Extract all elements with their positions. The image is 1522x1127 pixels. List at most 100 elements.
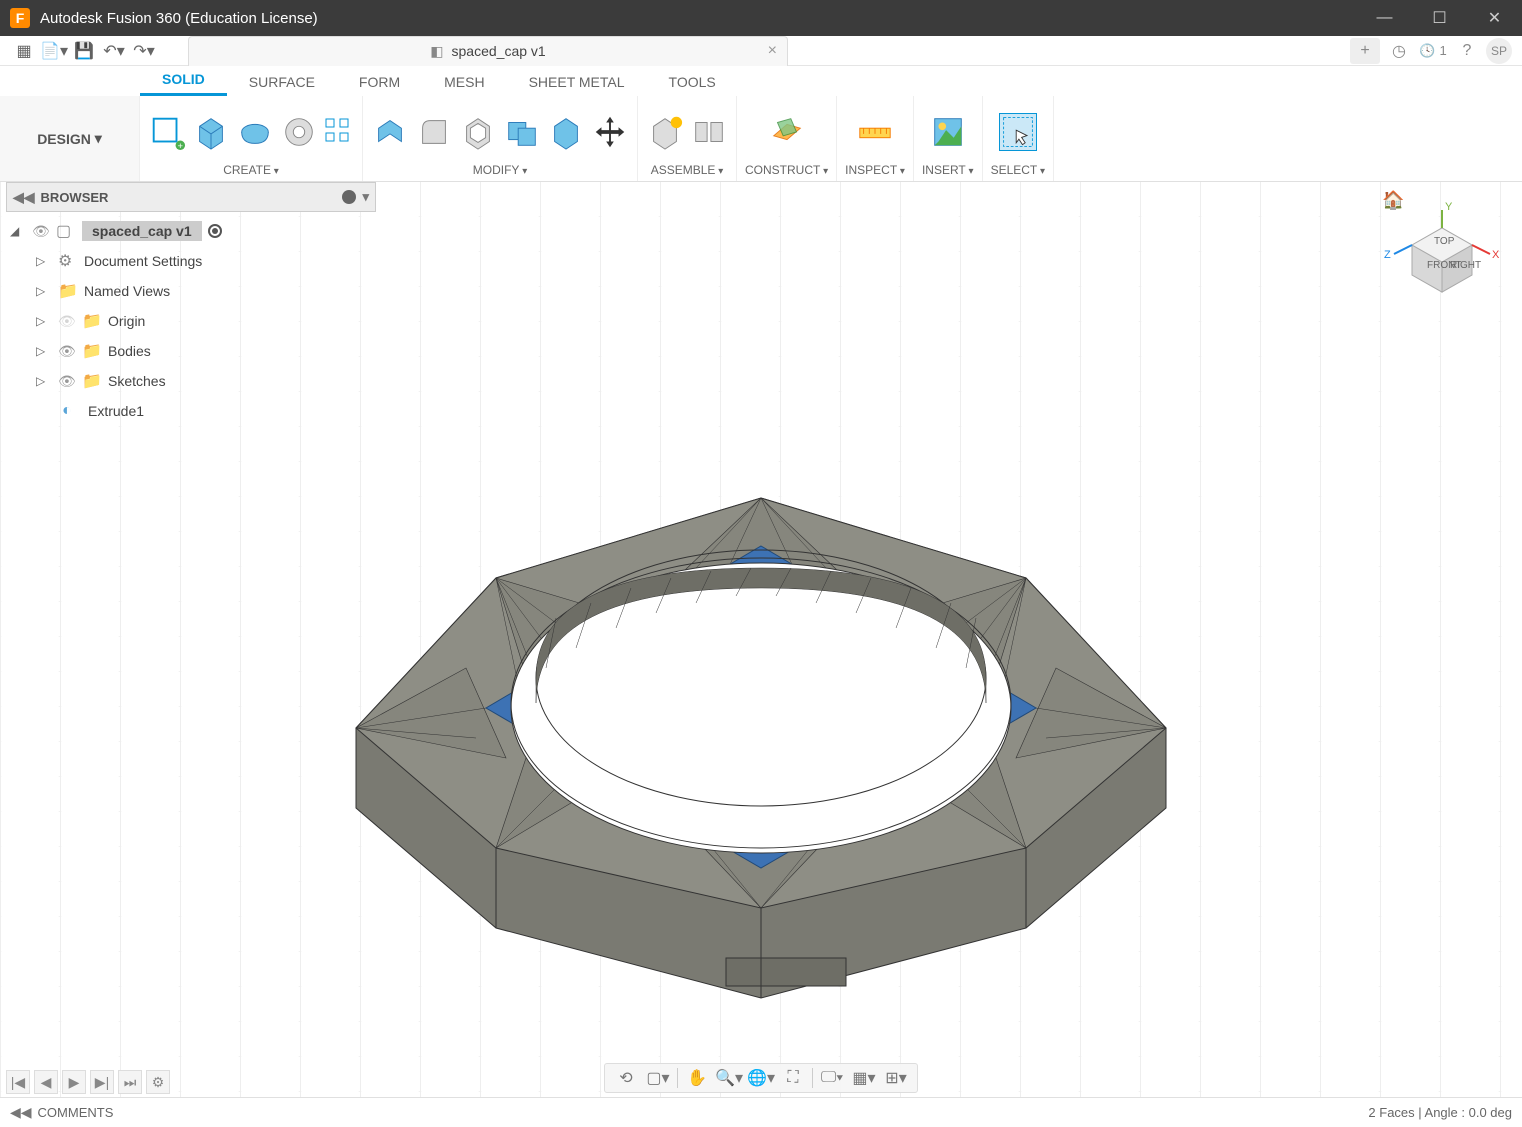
collapse-icon[interactable]: ◀◀: [13, 189, 35, 206]
status-text: 2 Faces | Angle : 0.0 deg: [1368, 1105, 1512, 1120]
tree-item-origin[interactable]: ▷ 👁 📁 Origin: [6, 306, 376, 336]
tree-item-bodies[interactable]: ▷ 👁 📁 Bodies: [6, 336, 376, 366]
ribbon-group-label[interactable]: INSERT: [922, 163, 974, 179]
look-at-icon[interactable]: ▢▾: [643, 1065, 673, 1091]
timeline-forward-icon[interactable]: ▶|: [90, 1070, 114, 1094]
job-status-button[interactable]: 🕓 1: [1418, 38, 1448, 64]
close-button[interactable]: ✕: [1467, 0, 1522, 36]
expand-arrow-icon[interactable]: ▷: [36, 314, 52, 328]
tab-form[interactable]: FORM: [337, 68, 422, 96]
tree-item-extrude[interactable]: ◐ Extrude1: [6, 396, 376, 426]
timeline-start-icon[interactable]: |◀: [6, 1070, 30, 1094]
status-bar: ◀◀ COMMENTS 2 Faces | Angle : 0.0 deg: [0, 1097, 1522, 1127]
tree-item-sketches[interactable]: ▷ 👁 📁 Sketches: [6, 366, 376, 396]
timeline-end-icon[interactable]: ⏭: [118, 1070, 142, 1094]
tab-sheet-metal[interactable]: SHEET METAL: [507, 68, 647, 96]
expand-arrow-icon[interactable]: ▷: [36, 284, 52, 298]
fillet-icon[interactable]: [415, 113, 453, 151]
workspace-picker[interactable]: DESIGN ▾: [0, 96, 140, 181]
extensions-button[interactable]: ◷: [1384, 38, 1414, 64]
tab-tools[interactable]: TOOLS: [647, 68, 738, 96]
joint-icon[interactable]: [690, 113, 728, 151]
move-icon[interactable]: [591, 113, 629, 151]
document-tab[interactable]: ◧ spaced_cap v1 ×: [188, 36, 788, 66]
ribbon-group-label[interactable]: CREATE: [223, 163, 279, 179]
pan-icon[interactable]: ✋: [682, 1065, 712, 1091]
ribbon-group-inspect: INSPECT: [837, 96, 914, 181]
tab-mesh[interactable]: MESH: [422, 68, 506, 96]
save-button[interactable]: 💾: [70, 39, 98, 63]
file-menu-button[interactable]: 📄▾: [40, 39, 68, 63]
new-tab-button[interactable]: +: [1350, 38, 1380, 64]
offset-face-icon[interactable]: [547, 113, 585, 151]
comments-collapse-icon[interactable]: ◀◀: [10, 1104, 32, 1121]
ribbon-group-label[interactable]: ASSEMBLE: [651, 163, 724, 179]
minimize-button[interactable]: —: [1357, 0, 1412, 36]
expand-arrow-icon[interactable]: ▷: [36, 344, 52, 358]
view-cube[interactable]: 🏠 FRONT RIGHT TOP Y X Z: [1382, 190, 1502, 310]
orbit-icon[interactable]: ⟲: [611, 1065, 641, 1091]
expand-arrow-icon[interactable]: ▷: [36, 254, 52, 268]
title-bar: F Autodesk Fusion 360 (Education License…: [0, 0, 1522, 36]
settings-dot-icon[interactable]: [342, 190, 356, 204]
press-pull-icon[interactable]: [371, 113, 409, 151]
activate-radio-icon[interactable]: [208, 224, 222, 238]
extrude-feature-icon: ◐: [62, 402, 82, 420]
display-settings-icon[interactable]: 🖵▾: [817, 1065, 847, 1091]
orbit2-icon[interactable]: 🌐▾: [746, 1065, 776, 1091]
tab-solid[interactable]: SOLID: [140, 65, 227, 96]
undo-button[interactable]: ↶▾: [100, 39, 128, 63]
comments-label[interactable]: COMMENTS: [38, 1105, 114, 1120]
collapse-arrow-icon[interactable]: ◢: [10, 224, 26, 238]
redo-button[interactable]: ↷▾: [130, 39, 158, 63]
help-button[interactable]: ?: [1452, 38, 1482, 64]
select-icon[interactable]: [999, 113, 1037, 151]
ribbon-group-label[interactable]: MODIFY: [473, 163, 527, 179]
tab-close-icon[interactable]: ×: [768, 42, 777, 60]
qat-right: + ◷ 🕓 1 ? SP: [1350, 38, 1522, 64]
sketch-icon[interactable]: +: [148, 113, 186, 151]
visibility-icon[interactable]: 👁: [58, 373, 76, 390]
measure-icon[interactable]: [856, 113, 894, 151]
grid-settings-icon[interactable]: ▦▾: [849, 1065, 879, 1091]
rectangle-pattern-icon[interactable]: [324, 117, 354, 147]
browser-header[interactable]: ◀◀ BROWSER ▾: [6, 182, 376, 212]
chevron-down-icon[interactable]: ▾: [362, 189, 369, 205]
expand-arrow-icon[interactable]: ▷: [36, 374, 52, 388]
visibility-icon[interactable]: 👁: [58, 343, 76, 360]
ribbon-group-label[interactable]: SELECT: [991, 163, 1046, 179]
zoom-icon[interactable]: 🔍▾: [714, 1065, 744, 1091]
svg-text:Y: Y: [1445, 201, 1453, 213]
data-panel-button[interactable]: ▦: [10, 39, 38, 63]
revolve-icon[interactable]: [236, 113, 274, 151]
visibility-icon[interactable]: 👁: [32, 223, 50, 240]
ribbon-group-label[interactable]: CONSTRUCT: [745, 163, 828, 179]
app-logo: F: [10, 8, 30, 28]
home-icon[interactable]: 🏠: [1382, 190, 1404, 211]
viewport-icon[interactable]: ⊞▾: [881, 1065, 911, 1091]
tree-item-document-settings[interactable]: ▷ ⚙ Document Settings: [6, 246, 376, 276]
model-view[interactable]: [236, 308, 1286, 1008]
maximize-button[interactable]: ☐: [1412, 0, 1467, 36]
tree-item-label: Named Views: [84, 283, 170, 299]
combine-icon[interactable]: [503, 113, 541, 151]
canvas[interactable]: ◀◀ BROWSER ▾ ◢ 👁 ▢ spaced_cap v1 ▷ ⚙ Doc…: [0, 182, 1522, 1097]
hole-icon[interactable]: [280, 113, 318, 151]
ribbon-group-label[interactable]: INSPECT: [845, 163, 905, 179]
tab-surface[interactable]: SURFACE: [227, 68, 337, 96]
shell-icon[interactable]: [459, 113, 497, 151]
insert-icon[interactable]: [929, 113, 967, 151]
timeline-settings-icon[interactable]: ⚙: [146, 1070, 170, 1094]
timeline-play-icon[interactable]: ▶: [62, 1070, 86, 1094]
box-icon[interactable]: [192, 113, 230, 151]
clock-icon: 🕓: [1419, 43, 1435, 59]
timeline-back-icon[interactable]: ◀: [34, 1070, 58, 1094]
user-avatar[interactable]: SP: [1486, 38, 1512, 64]
tree-item-label: Document Settings: [84, 253, 202, 269]
plane-icon[interactable]: [768, 113, 806, 151]
new-component-icon[interactable]: [646, 113, 684, 151]
tree-root[interactable]: ◢ 👁 ▢ spaced_cap v1: [6, 216, 376, 246]
tree-item-named-views[interactable]: ▷ 📁 Named Views: [6, 276, 376, 306]
fit-icon[interactable]: ⛶: [778, 1065, 808, 1091]
visibility-off-icon[interactable]: 👁: [58, 313, 76, 330]
